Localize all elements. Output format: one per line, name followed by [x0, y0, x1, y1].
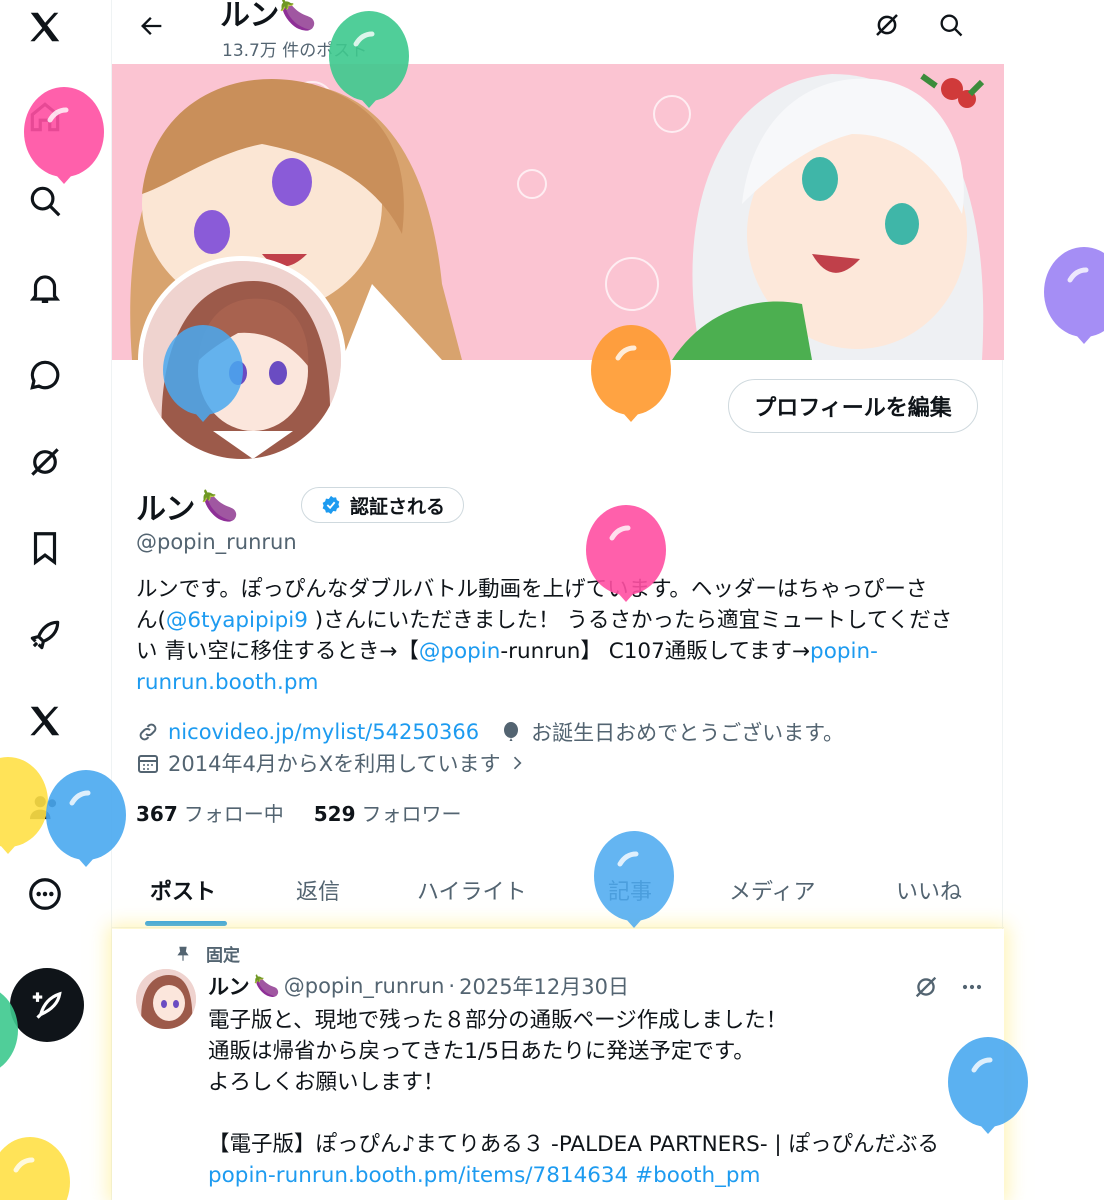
booth-link[interactable]: runrun.booth.pm: [136, 670, 318, 695]
profile-tabs: ポスト 返信 ハイライト 記事 メディア いいね: [112, 856, 1004, 928]
search-button[interactable]: [932, 6, 970, 44]
booth-link[interactable]: popin-: [810, 639, 878, 664]
arrow-left-icon: [141, 17, 162, 35]
post-date[interactable]: 2025年12月30日: [459, 971, 629, 1001]
display-name: ルン 🍆: [136, 488, 239, 528]
eggplant-icon: 🍆: [201, 488, 239, 524]
x-logo-icon[interactable]: [22, 4, 68, 50]
following-link[interactable]: 367 フォロー中: [136, 798, 284, 827]
profile-header-bar: ルン🍆 13.7万 件のポスト: [112, 0, 1004, 64]
communities-icon[interactable]: [22, 612, 68, 658]
profile-meta-row: nicovideo.jp/mylist/54250366 お誕生日おめでとうござ…: [136, 717, 844, 747]
pinned-label: 固定: [174, 941, 240, 966]
tab-replies[interactable]: 返信: [296, 874, 340, 906]
back-button[interactable]: [134, 8, 170, 44]
post-author-avatar[interactable]: [136, 969, 196, 1029]
tab-likes[interactable]: いいね: [896, 874, 962, 906]
active-tab-indicator: [145, 921, 227, 926]
avatar-image: [143, 261, 341, 459]
profile-handle: @popin_runrun: [136, 530, 297, 554]
hashtag-link[interactable]: #booth_pm: [635, 1163, 760, 1188]
bookmarks-icon[interactable]: [22, 525, 68, 571]
chevron-right-icon: [513, 756, 522, 770]
post-text: 電子版と、現地で残った８部分の通販ページ作成しました！ 通販は帰省から戻ってきた…: [208, 1008, 940, 1188]
balloon-icon: [504, 722, 519, 741]
more-icon[interactable]: [22, 871, 68, 917]
followers-link[interactable]: 529 フォロワー: [314, 798, 462, 827]
tab-articles[interactable]: 記事: [608, 874, 652, 906]
grok-header-button[interactable]: [868, 6, 906, 44]
page-title: ルン🍆: [220, 0, 317, 33]
grok-icon: [876, 14, 898, 36]
get-verified-button[interactable]: 認証される: [301, 487, 465, 523]
left-nav: [0, 0, 112, 1200]
profile-bio: ルンです。ぽっぴんなダブルバトル動画を上げています。ヘッダーはちゃっぴーさ ん(…: [136, 577, 953, 695]
notifications-icon[interactable]: [22, 265, 68, 311]
edit-profile-button[interactable]: プロフィールを編集: [728, 379, 978, 433]
joined-date[interactable]: 2014年4月からXを利用しています: [168, 748, 501, 778]
home-icon[interactable]: [22, 94, 68, 140]
search-icon: [940, 14, 963, 37]
explore-icon[interactable]: [22, 178, 68, 224]
profile-avatar[interactable]: [138, 256, 346, 464]
link-icon: [139, 723, 157, 741]
tab-media[interactable]: メディア: [729, 874, 815, 906]
follow-stats: 367 フォロー中 529 フォロワー: [136, 798, 462, 827]
pinned-post[interactable]: 固定 ルン 🍆 @popin_runrun · 2025年12月30日 電子版と、…: [112, 929, 1004, 1200]
tab-highlights[interactable]: ハイライト: [417, 874, 527, 906]
mention-link[interactable]: @popin: [419, 639, 501, 664]
compose-icon: [32, 991, 62, 1019]
pin-icon: [177, 946, 189, 961]
grok-icon[interactable]: [912, 973, 940, 1001]
website-link[interactable]: nicovideo.jp/mylist/54250366: [168, 720, 479, 744]
more-options-icon[interactable]: [958, 973, 986, 1001]
balloon-purple: [1044, 247, 1104, 344]
profile-icon[interactable]: [22, 785, 68, 831]
post-author-handle[interactable]: @popin_runrun: [284, 974, 445, 998]
verified-badge-icon: [322, 495, 340, 515]
messages-icon[interactable]: [22, 352, 68, 398]
eggplant-icon: 🍆: [253, 973, 280, 998]
tab-posts[interactable]: ポスト: [150, 874, 216, 906]
birthday-text: お誕生日おめでとうございます。: [531, 721, 845, 745]
post-header: ルン 🍆 @popin_runrun · 2025年12月30日: [208, 971, 629, 1001]
mention-link[interactable]: @6tyapipipi9: [166, 608, 308, 633]
post-actions: [912, 973, 986, 1001]
avatar-image: [136, 969, 196, 1029]
calendar-icon: [138, 755, 158, 773]
compose-button[interactable]: [10, 968, 84, 1042]
grok-icon[interactable]: [22, 439, 68, 485]
post-link[interactable]: popin-runrun.booth.pm/items/7814634: [208, 1163, 628, 1188]
profile-column: ルン🍆 13.7万 件のポスト プロフィールを編集 ルン 🍆 認証される @pop…: [111, 0, 1004, 1200]
post-author-name[interactable]: ルン: [208, 971, 250, 1001]
profile-meta-row: 2014年4月からXを利用しています: [136, 748, 527, 778]
eggplant-icon: 🍆: [279, 0, 317, 33]
post-count: 13.7万 件のポスト: [222, 41, 368, 61]
premium-icon[interactable]: [22, 698, 68, 744]
